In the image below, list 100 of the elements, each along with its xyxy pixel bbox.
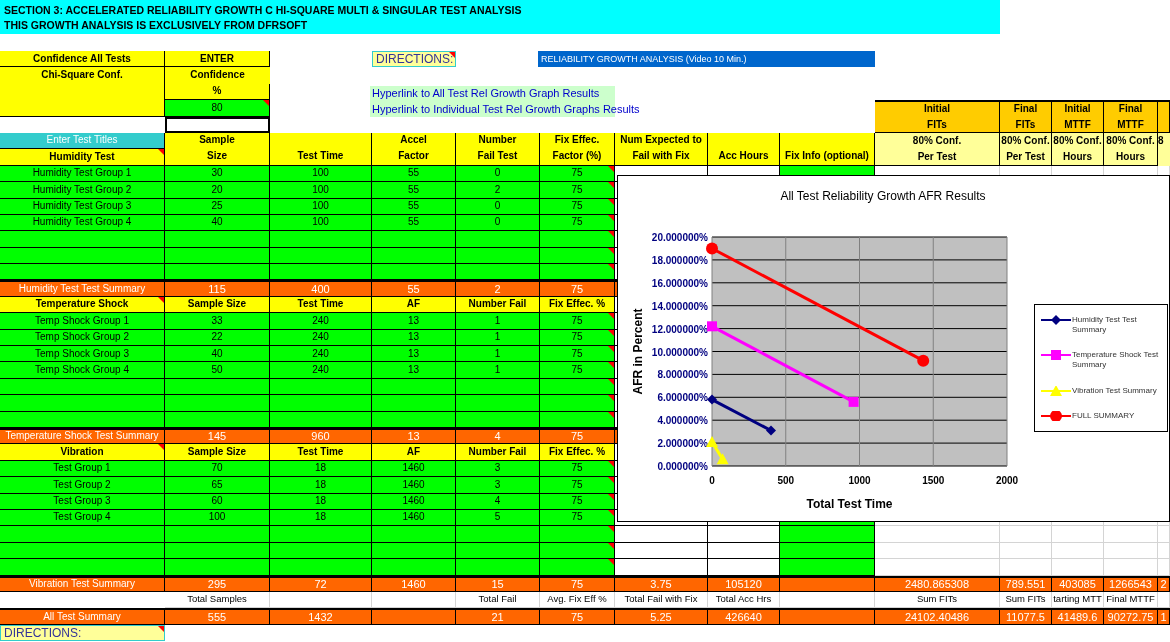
- header-cell: Number Fail Test: [456, 132, 540, 166]
- square-marker: [707, 321, 717, 332]
- summary-cell: 115: [165, 280, 270, 297]
- label-cell: Confidence All Tests: [0, 51, 165, 68]
- header-cell: Sample Size: [165, 132, 270, 166]
- summary-cell: 41489.6: [1052, 608, 1104, 625]
- summary-cell: All Test Summary: [0, 608, 165, 625]
- table-cell[interactable]: 240: [270, 313, 372, 330]
- label-cell: ENTER: [165, 51, 270, 68]
- summary-cell: Humidity Test Test Summary: [0, 280, 165, 297]
- table-cell[interactable]: 1460: [372, 477, 456, 494]
- table-cell[interactable]: Temp Shock Group 4: [0, 362, 165, 379]
- header-cell: Test Time: [270, 132, 372, 166]
- video-link[interactable]: RELIABILITY GROWTH ANALYSIS (Video 10 Min.): [538, 51, 875, 68]
- table-cell[interactable]: 1: [456, 346, 540, 363]
- table-cell[interactable]: Temp Shock Group 3: [0, 346, 165, 363]
- header-cell: 80% Conf. Per Test: [875, 132, 1000, 166]
- table-cell[interactable]: 20: [165, 182, 270, 199]
- table-cell[interactable]: 65: [165, 477, 270, 494]
- summary-cell: 1432: [270, 608, 372, 625]
- x-tick-label: 1000: [848, 475, 871, 486]
- table-cell[interactable]: Test Group 2: [0, 477, 165, 494]
- y-tick-label: 12.000000%: [651, 323, 708, 335]
- banner-title: THIS GROWTH ANALYSIS IS EXCLUSIVELY FROM DFRSOFT: [4, 18, 309, 33]
- x-tick-label: 0: [709, 475, 715, 486]
- table-cell[interactable]: 1: [456, 362, 540, 379]
- table-cell[interactable]: 240: [270, 346, 372, 363]
- chart-title: All Test Reliability Growth AFR Results: [780, 189, 986, 203]
- triangle-marker: [716, 453, 729, 465]
- table-cell[interactable]: 100: [270, 182, 372, 199]
- table-cell[interactable]: Temp Shock Group 1: [0, 313, 165, 330]
- y-tick-label: 16.000000%: [651, 277, 708, 289]
- summary-cell: 400: [270, 280, 372, 297]
- circle-marker: [917, 354, 930, 367]
- y-tick-label: 0.000000%: [657, 461, 708, 472]
- header-cell: Num Expected to Fail with Fix: [615, 132, 708, 166]
- header-cell: 80% Conf. Per Test: [1000, 132, 1052, 166]
- header-cell: 80% Conf. Hours: [1052, 132, 1104, 166]
- diamond-marker: [766, 425, 776, 436]
- table-cell[interactable]: 3: [456, 477, 540, 494]
- header-cell: Fix Effec. %: [540, 444, 615, 461]
- summary-cell: 426640: [708, 608, 780, 625]
- table-cell[interactable]: 33: [165, 313, 270, 330]
- x-tick-label: 1500: [922, 475, 945, 486]
- group-title-cell[interactable]: Humidity Test: [0, 149, 165, 166]
- header-cell: Fix Info (optional): [780, 132, 875, 166]
- table-cell[interactable]: 50: [165, 362, 270, 379]
- x-tick-label: 2000: [995, 475, 1019, 486]
- square-marker: [848, 396, 859, 407]
- y-tick-label: 10.000000%: [651, 346, 708, 358]
- table-cell[interactable]: 40: [165, 346, 270, 363]
- header-cell: Test Time: [270, 444, 372, 461]
- banner-title: SECTION 3: ACCELERATED RELIABILITY GROWTH C HI-SQUARE MULTI & SINGULAR TEST ANALYSIS: [4, 3, 523, 18]
- legend-label: Temperature Shock Test Summary: [1072, 350, 1160, 371]
- y-tick-label: 14.000000%: [651, 300, 708, 312]
- directions-note[interactable]: DIRECTIONS:: [372, 51, 456, 68]
- summary-cell: 90272.75: [1104, 608, 1158, 625]
- table-cell[interactable]: 240: [270, 362, 372, 379]
- summary-cell: 2: [456, 280, 540, 297]
- y-tick-label: 2.000000%: [657, 438, 708, 450]
- table-cell[interactable]: 75: [540, 182, 615, 199]
- legend-label: Vibration Test Summary: [1072, 385, 1157, 396]
- table-cell[interactable]: 13: [372, 313, 456, 330]
- hyperlink[interactable]: Hyperlink to All Test Rel Growth Graph Results: [372, 85, 600, 102]
- confidence-input[interactable]: 80: [165, 100, 270, 117]
- table-cell[interactable]: 75: [540, 362, 615, 379]
- y-tick-label: 20.000000%: [651, 232, 708, 243]
- circle-marker: [706, 242, 718, 255]
- table-cell[interactable]: 13: [372, 362, 456, 379]
- table-cell[interactable]: 75: [540, 313, 615, 330]
- table-cell[interactable]: 55: [372, 182, 456, 199]
- header-cell: Fix Effec. Factor (%): [540, 132, 615, 166]
- summary-cell: 11077.5: [1000, 608, 1052, 625]
- y-tick-label: 8.000000%: [657, 369, 708, 381]
- table-cell[interactable]: 1: [456, 313, 540, 330]
- triangle-marker: [706, 435, 718, 447]
- header-cell: 80% Conf. Hours: [1104, 132, 1158, 166]
- summary-cell: 555: [165, 608, 270, 625]
- header-cell: Sample Size: [165, 444, 270, 461]
- table-cell[interactable]: 75: [540, 346, 615, 363]
- label-cell: Confidence: [165, 67, 270, 84]
- group-title-cell: Vibration: [0, 444, 165, 461]
- header-cell: Final MTTF: [1104, 100, 1158, 133]
- y-tick-label: 18.000000%: [651, 254, 708, 266]
- table-cell[interactable]: 18: [270, 477, 372, 494]
- hyperlink[interactable]: Hyperlink to Individual Test Rel Growth Graphs Results: [372, 101, 640, 118]
- summary-cell: 24102.40486: [875, 608, 1000, 625]
- summary-cell: 21: [456, 608, 540, 625]
- table-cell[interactable]: Humidity Test Group 2: [0, 182, 165, 199]
- table-cell[interactable]: 2: [456, 182, 540, 199]
- header-cell: AF: [372, 444, 456, 461]
- y-tick-label: 4.000000%: [657, 415, 708, 427]
- label-cell: Chi-Square Conf.: [0, 67, 165, 117]
- header-cell: Accel Factor: [372, 132, 456, 166]
- table-cell[interactable]: 13: [372, 346, 456, 363]
- header-cell: Initial MTTF: [1052, 100, 1104, 133]
- table-cell[interactable]: 75: [540, 477, 615, 494]
- summary-cell: 75: [540, 608, 615, 625]
- header-cell: 8: [1158, 132, 1170, 166]
- summary-cell: 1: [1158, 608, 1170, 625]
